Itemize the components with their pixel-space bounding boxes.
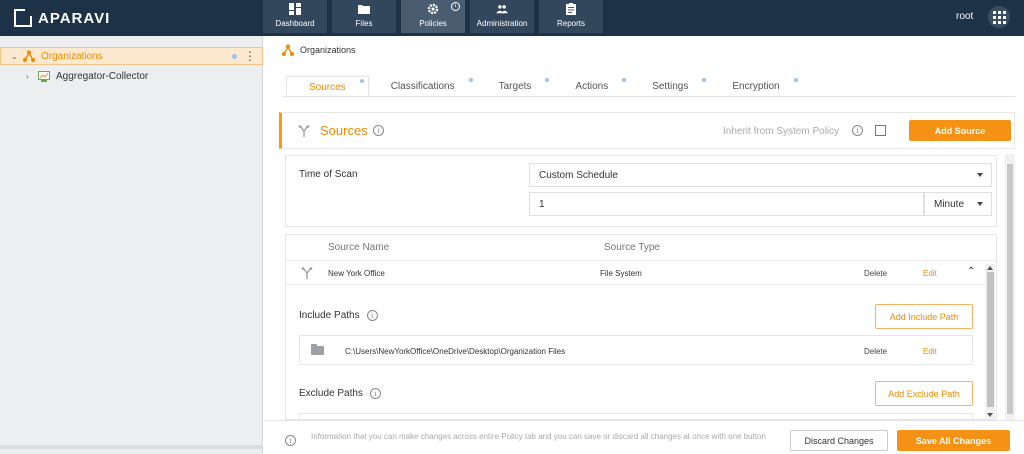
nav-policies-label: Policies [419, 19, 447, 28]
include-path-row[interactable]: C:\Users\NewYorkOffice\OneDrive\Desktop\… [299, 335, 973, 365]
sidebar: ⌄ Organizations ⋮ › Aggregator-Collector [0, 36, 263, 454]
include-paths-heading: Include Paths i [299, 310, 378, 321]
tab-divider [282, 96, 1015, 97]
schedule-panel: Time of Scan Custom Schedule 1 Minute [285, 155, 997, 227]
schedule-mode-select[interactable]: Custom Schedule [529, 163, 992, 187]
inner-scrollbar[interactable] [985, 264, 995, 419]
add-source-button[interactable]: Add Source [909, 120, 1011, 141]
info-icon[interactable]: i [369, 388, 381, 399]
tab-settings[interactable]: Settings [630, 76, 710, 97]
hierarchy-icon [282, 44, 294, 56]
source-name: New York Office [328, 269, 385, 278]
user-name[interactable]: root [956, 11, 973, 22]
discard-changes-button[interactable]: Discard Changes [790, 430, 888, 451]
nav-files-label: Files [355, 19, 373, 28]
folder-icon [358, 3, 370, 15]
hierarchy-icon [23, 50, 35, 62]
clipboard-icon [565, 3, 577, 15]
dropdown-arrow-icon [977, 173, 983, 177]
brand-name: APARAVI [38, 9, 111, 27]
nav-policies[interactable]: i Policies [401, 0, 465, 33]
tab-encryption[interactable]: Encryption [710, 76, 801, 97]
tab-classifications[interactable]: Classifications [369, 76, 477, 97]
tree-item-aggregator-collector[interactable]: › Aggregator-Collector [0, 67, 263, 85]
edit-path-button[interactable]: Edit [923, 347, 937, 356]
main-nav: Dashboard Files i Policies Administratio… [263, 0, 608, 33]
info-icon[interactable]: i [852, 125, 863, 136]
sources-table: Source Name Source Type New York Office … [285, 234, 997, 420]
table-row[interactable]: New York Office File System Delete Edit … [286, 261, 986, 285]
tree-item-label: Aggregator-Collector [56, 70, 149, 82]
nav-reports[interactable]: Reports [539, 0, 603, 33]
outer-scrollbar[interactable] [1005, 154, 1015, 420]
schedule-mode-value: Custom Schedule [539, 169, 618, 181]
time-of-scan-label: Time of Scan [299, 169, 358, 180]
policy-tabs: Sources Classifications Targets Actions … [286, 76, 802, 97]
add-exclude-path-button[interactable]: Add Exclude Path [875, 381, 973, 406]
dashboard-icon [289, 3, 301, 15]
scroll-down-icon[interactable] [987, 413, 993, 417]
interval-value: 1 [539, 198, 545, 210]
users-icon [496, 3, 508, 15]
logo-mark-icon [14, 9, 32, 27]
exclude-paths-label: Exclude Paths [299, 388, 363, 399]
tree-item-label: Organizations [41, 50, 103, 62]
app-grid-icon[interactable] [988, 6, 1010, 28]
delete-path-button[interactable]: Delete [864, 347, 887, 356]
tab-actions[interactable]: Actions [553, 76, 630, 97]
more-options-icon[interactable]: ⋮ [244, 49, 256, 63]
tree-item-organizations[interactable]: ⌄ Organizations ⋮ [0, 47, 263, 65]
nav-administration[interactable]: Administration [470, 0, 534, 33]
inherit-checkbox[interactable] [875, 125, 886, 136]
horizontal-scrollbar[interactable] [0, 445, 262, 449]
include-paths-label: Include Paths [299, 310, 360, 321]
tab-targets[interactable]: Targets [477, 76, 554, 97]
interval-input[interactable]: 1 [529, 192, 924, 216]
nav-reports-label: Reports [556, 19, 585, 28]
source-fork-icon [301, 267, 313, 279]
status-dot [232, 54, 237, 59]
breadcrumb-label[interactable]: Organizations [300, 45, 356, 55]
info-icon[interactable]: i [451, 2, 460, 11]
dropdown-arrow-icon [977, 202, 983, 206]
exclude-paths-heading: Exclude Paths i [299, 388, 381, 399]
source-type: File System [600, 269, 642, 278]
top-bar: APARAVI Dashboard Files i Policies Admin… [0, 0, 1024, 36]
interval-unit-select[interactable]: Minute [924, 192, 992, 216]
nav-dashboard-label: Dashboard [275, 19, 315, 28]
breadcrumb: Organizations [282, 44, 356, 56]
gear-icon [427, 3, 439, 15]
chevron-down-icon[interactable]: ⌄ [11, 52, 19, 61]
footer-info-text: Information that you can make changes ac… [311, 432, 766, 441]
tab-sources[interactable]: Sources [286, 76, 369, 97]
col-header-source-name: Source Name [328, 242, 390, 253]
include-path: C:\Users\NewYorkOffice\OneDrive\Desktop\… [345, 347, 566, 356]
aparavi-logo[interactable]: APARAVI [14, 7, 110, 29]
interval-unit-value: Minute [934, 198, 965, 210]
chevron-right-icon[interactable]: › [26, 72, 34, 81]
scroll-thumb[interactable] [987, 272, 994, 407]
folder-add-icon [311, 344, 324, 355]
info-icon: i [285, 435, 296, 446]
edit-source-button[interactable]: Edit [923, 269, 937, 278]
nav-dashboard[interactable]: Dashboard [263, 0, 327, 33]
sources-title: Sources [320, 123, 368, 138]
save-all-changes-button[interactable]: Save All Changes [897, 430, 1010, 451]
footer-bar: i Information that you can make changes … [264, 420, 1024, 454]
delete-source-button[interactable]: Delete [864, 269, 887, 278]
aggregator-icon [38, 70, 50, 82]
info-icon[interactable]: i [373, 125, 384, 136]
chevron-up-icon[interactable]: ⌃ [967, 266, 975, 277]
source-fork-icon [298, 125, 310, 137]
add-include-path-button[interactable]: Add Include Path [875, 304, 973, 329]
exclude-path-row [299, 413, 973, 419]
scroll-thumb[interactable] [1007, 164, 1013, 414]
col-header-source-type: Source Type [604, 242, 660, 253]
info-icon[interactable]: i [366, 310, 378, 321]
inherit-label: Inherit from System Policy [723, 126, 840, 137]
nav-administration-label: Administration [476, 19, 528, 28]
sources-header: Sources i Inherit from System Policy i A… [279, 112, 1015, 149]
scroll-up-icon[interactable] [987, 266, 993, 270]
nav-files[interactable]: Files [332, 0, 396, 33]
